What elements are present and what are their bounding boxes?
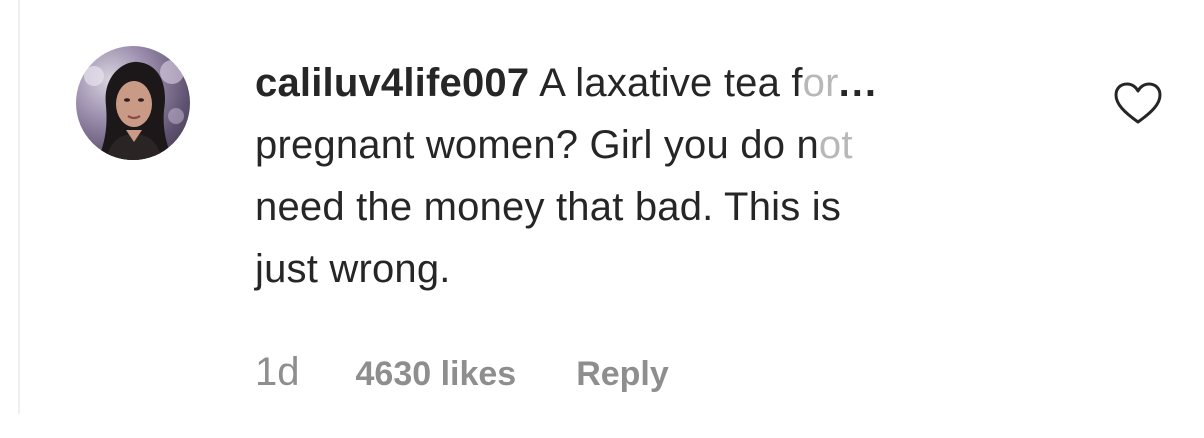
comment-line-4: just wrong. xyxy=(255,247,451,291)
more-ellipsis[interactable]: ... xyxy=(839,61,878,105)
comment-text-segment: pregnant women? Girl you do n xyxy=(255,123,819,167)
comment-item: caliluv4life007 A laxative tea for... pre… xyxy=(0,0,1204,438)
reply-button[interactable]: Reply xyxy=(576,355,669,394)
likes-count[interactable]: 4630 likes xyxy=(356,355,517,394)
comment-username[interactable]: caliluv4life007 xyxy=(255,61,529,105)
like-button[interactable] xyxy=(1112,80,1164,126)
comment-line-2: pregnant women? Girl you do not xyxy=(255,114,1055,176)
avatar-photo xyxy=(84,60,184,160)
comment-line-3: need the money that bad. This is xyxy=(255,185,842,229)
comment-text-faded: or xyxy=(802,61,839,105)
comment-timestamp[interactable]: 1d xyxy=(255,350,300,395)
heart-outline-icon xyxy=(1114,82,1162,124)
comment-text-faded: ot xyxy=(818,123,853,167)
avatar[interactable] xyxy=(76,46,190,160)
comment-body: caliluv4life007 A laxative tea for... pre… xyxy=(255,52,1055,300)
comment-meta: 1d 4630 likes Reply xyxy=(255,350,669,395)
comment-line-1: caliluv4life007 A laxative tea for... xyxy=(255,52,1055,114)
comment-text-segment: A laxative tea f xyxy=(539,61,803,105)
